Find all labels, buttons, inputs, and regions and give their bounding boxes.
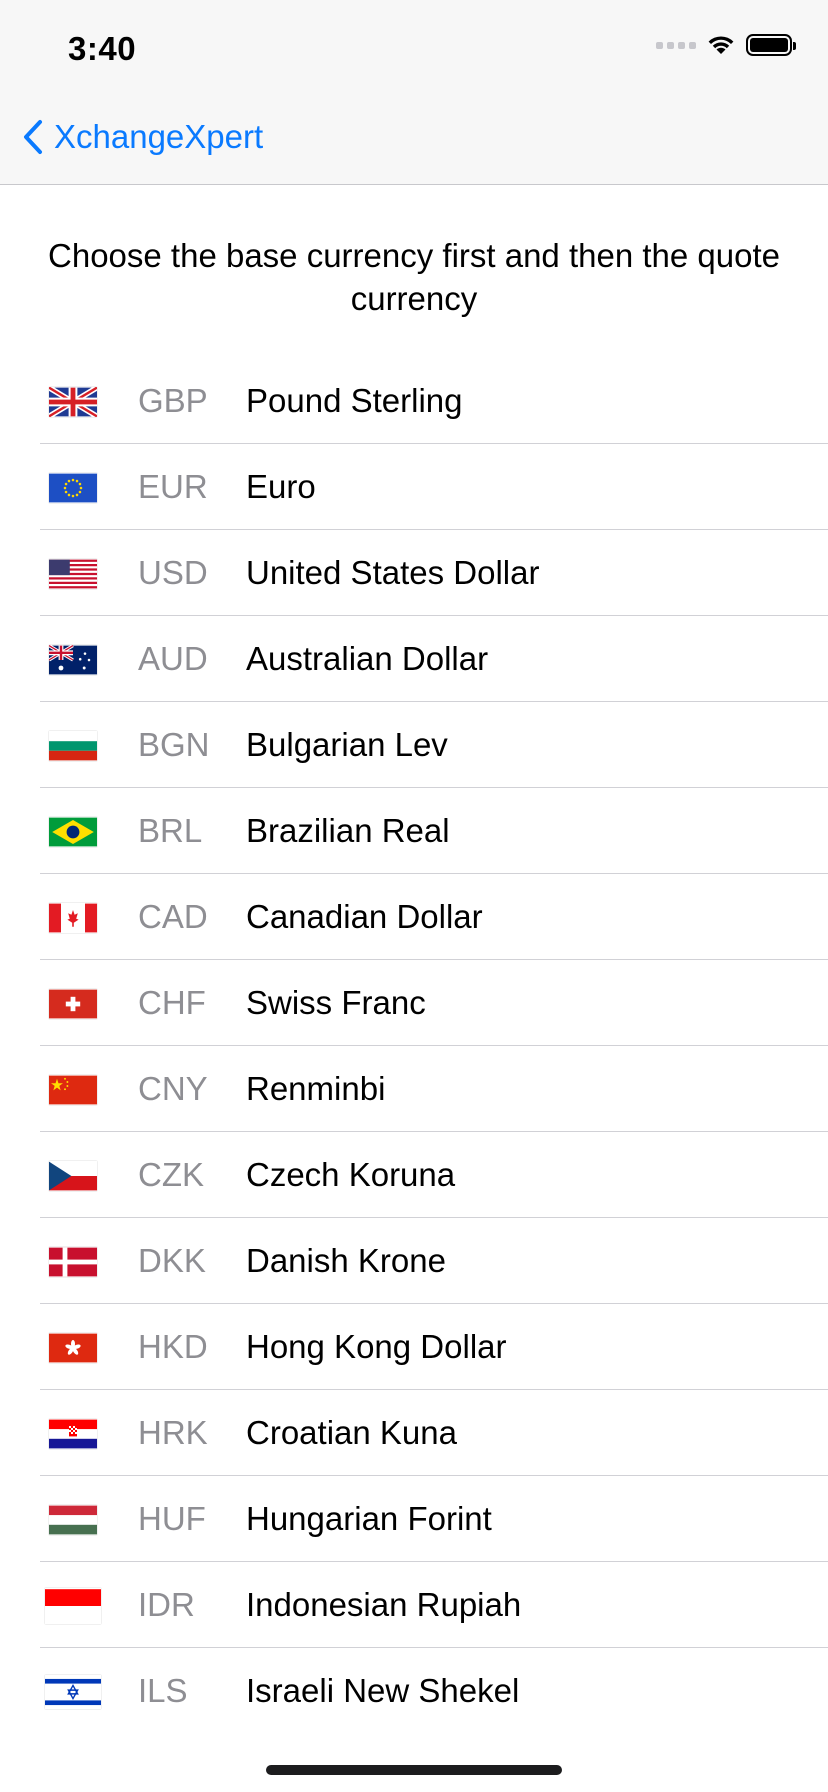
- cellular-signal-icon: [656, 41, 696, 49]
- back-button[interactable]: XchangeXpert: [22, 118, 263, 156]
- currency-row-dkk[interactable]: DKK Danish Krone: [0, 1218, 828, 1304]
- currency-code: CNY: [138, 1070, 208, 1107]
- switzerland-flag-icon: [49, 989, 97, 1019]
- currency-name: Bulgarian Lev: [246, 726, 448, 763]
- currency-code: USD: [138, 554, 208, 591]
- eu-flag-icon: [49, 473, 97, 503]
- currency-row-aud[interactable]: AUD Australian Dollar: [0, 616, 828, 702]
- currency-code: DKK: [138, 1242, 206, 1279]
- currency-row-cny[interactable]: CNY Renminbi: [0, 1046, 828, 1132]
- status-bar: 3:40: [0, 0, 828, 100]
- currency-code: BRL: [138, 812, 203, 849]
- currency-row-gbp[interactable]: GBP Pound Sterling: [0, 358, 828, 444]
- currency-code: IDR: [138, 1586, 195, 1623]
- currency-name: Danish Krone: [246, 1242, 446, 1279]
- currency-row-brl[interactable]: BRL Brazilian Real: [0, 788, 828, 874]
- currency-code: CHF: [138, 984, 206, 1021]
- canada-flag-icon: [49, 903, 97, 933]
- currency-name: Czech Koruna: [246, 1156, 456, 1193]
- bulgaria-flag-icon: [49, 731, 97, 761]
- currency-code: HUF: [138, 1500, 206, 1537]
- brazil-flag-icon: [49, 817, 97, 847]
- indonesia-flag-icon: [45, 1589, 101, 1623]
- currency-row-ils[interactable]: ILS Israeli New Shekel: [0, 1648, 828, 1734]
- uk-flag-icon: [49, 387, 97, 417]
- currency-row-cad[interactable]: CAD Canadian Dollar: [0, 874, 828, 960]
- currency-row-hkd[interactable]: HKD Hong Kong Dollar: [0, 1304, 828, 1390]
- czech-flag-icon: [49, 1161, 97, 1191]
- croatia-flag-icon: [49, 1419, 97, 1449]
- status-time: 3:40: [68, 30, 137, 67]
- currency-row-bgn[interactable]: BGN Bulgarian Lev: [0, 702, 828, 788]
- currency-name: Canadian Dollar: [246, 898, 483, 935]
- currency-code: EUR: [138, 468, 208, 505]
- currency-name: Hong Kong Dollar: [246, 1328, 507, 1365]
- currency-code: GBP: [138, 382, 208, 419]
- currency-code: CAD: [138, 898, 208, 935]
- currency-name: Israeli New Shekel: [246, 1672, 520, 1709]
- currency-code: ILS: [138, 1672, 188, 1709]
- currency-name: Euro: [246, 468, 316, 505]
- currency-code: HKD: [138, 1328, 208, 1365]
- battery-icon: [746, 34, 796, 56]
- home-indicator: [266, 1765, 562, 1775]
- china-flag-icon: [49, 1075, 97, 1105]
- currency-code: HRK: [138, 1414, 208, 1451]
- currency-name: Croatian Kuna: [246, 1414, 457, 1451]
- wifi-icon: [708, 36, 734, 54]
- currency-name: Australian Dollar: [246, 640, 489, 677]
- currency-row-usd[interactable]: USD United States Dollar: [0, 530, 828, 616]
- currency-row-hrk[interactable]: HRK Croatian Kuna: [0, 1390, 828, 1476]
- currency-row-idr[interactable]: IDR Indonesian Rupiah: [0, 1562, 828, 1648]
- currency-list: GBP Pound Sterling EUR Euro USD United S…: [0, 358, 828, 1734]
- denmark-flag-icon: [49, 1247, 97, 1277]
- back-button-label: XchangeXpert: [54, 118, 264, 155]
- currency-name: Hungarian Forint: [246, 1500, 492, 1537]
- currency-row-czk[interactable]: CZK Czech Koruna: [0, 1132, 828, 1218]
- currency-row-huf[interactable]: HUF Hungarian Forint: [0, 1476, 828, 1562]
- navigation-bar: XchangeXpert: [0, 100, 828, 185]
- currency-name: Renminbi: [246, 1070, 386, 1107]
- hong-kong-flag-icon: [49, 1333, 97, 1363]
- currency-name: United States Dollar: [246, 554, 540, 591]
- currency-code: AUD: [138, 640, 208, 677]
- currency-name: Brazilian Real: [246, 812, 450, 849]
- currency-name: Indonesian Rupiah: [246, 1586, 522, 1623]
- currency-code: CZK: [138, 1156, 204, 1193]
- currency-row-eur[interactable]: EUR Euro: [0, 444, 828, 530]
- chevron-left-icon: [24, 120, 42, 154]
- currency-row-chf[interactable]: CHF Swiss Franc: [0, 960, 828, 1046]
- hungary-flag-icon: [49, 1505, 97, 1535]
- us-flag-icon: [49, 559, 97, 589]
- currency-code: BGN: [138, 726, 210, 763]
- currency-name: Pound Sterling: [246, 382, 463, 419]
- instruction-text: Choose the base currency first and then …: [48, 237, 780, 317]
- currency-name: Swiss Franc: [246, 984, 426, 1021]
- israel-flag-icon: [45, 1675, 101, 1709]
- status-icons: [656, 34, 796, 56]
- australia-flag-icon: [49, 645, 97, 675]
